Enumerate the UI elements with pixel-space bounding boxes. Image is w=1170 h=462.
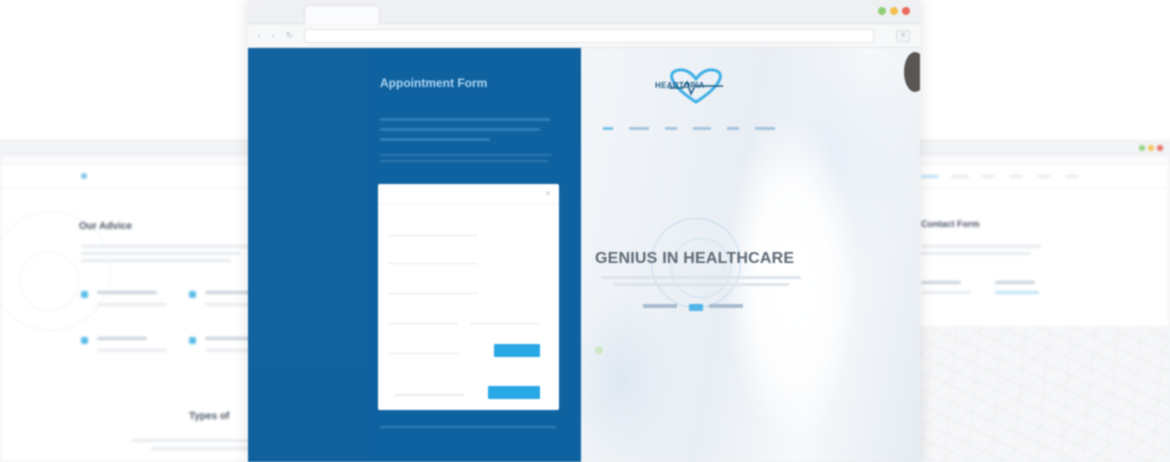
- text-line: [394, 394, 464, 396]
- form-header: [378, 184, 559, 204]
- section-title: Our Advice: [79, 221, 132, 232]
- text-line: [131, 439, 261, 442]
- logo-text: HEARTOPIA: [655, 81, 705, 90]
- nav-item-home[interactable]: [603, 127, 613, 130]
- check-icon: [189, 291, 196, 298]
- text-line: [81, 252, 241, 255]
- check-icon: [81, 291, 88, 298]
- menu-icon[interactable]: ≡: [896, 30, 910, 42]
- text-line: [921, 252, 1031, 255]
- email-field[interactable]: [388, 256, 478, 264]
- panel-title: Appointment Form: [380, 76, 488, 90]
- close-dot-icon[interactable]: [1157, 145, 1163, 151]
- nav-item[interactable]: [1065, 175, 1079, 178]
- minimize-dot-icon[interactable]: [1139, 145, 1145, 151]
- nav-item[interactable]: [921, 175, 939, 178]
- learn-more-link[interactable]: [643, 304, 677, 308]
- map[interactable]: [911, 326, 1169, 461]
- appointment-button[interactable]: [689, 304, 703, 311]
- browser-toolbar: ‹ › ↻ ≡: [248, 24, 920, 48]
- text-line: [97, 291, 157, 294]
- text-line: [81, 245, 251, 248]
- minimize-dot-icon[interactable]: [878, 7, 886, 15]
- hero-subtitle-line: [601, 276, 801, 279]
- text-line: [921, 281, 961, 284]
- phone-field[interactable]: [388, 286, 478, 294]
- nav-item[interactable]: [951, 175, 969, 178]
- hero-subtitle-line: [613, 283, 789, 286]
- browser-titlebar: [248, 0, 920, 24]
- text-line: [380, 128, 540, 131]
- green-badge-icon: [595, 346, 603, 354]
- text-line: [97, 337, 147, 340]
- text-line: [380, 138, 490, 141]
- back-window-logo: [81, 173, 90, 180]
- nav-item-team[interactable]: [665, 127, 677, 130]
- hero-nav: [603, 124, 775, 130]
- text-line: [921, 245, 1041, 248]
- department-select[interactable]: [388, 346, 458, 354]
- submit-button[interactable]: [494, 344, 540, 357]
- maximize-dot-icon[interactable]: [1148, 145, 1154, 151]
- nav-item[interactable]: [981, 175, 995, 178]
- reload-icon[interactable]: ↻: [286, 32, 294, 40]
- time-field[interactable]: [470, 316, 540, 324]
- close-dot-icon[interactable]: [902, 7, 910, 15]
- text-line: [995, 291, 1039, 294]
- hero-heading: GENIUS IN HEALTHCARE: [595, 250, 795, 267]
- decorative-ring: [671, 238, 731, 298]
- text-line: [97, 303, 167, 306]
- check-icon: [189, 337, 196, 344]
- screenshot-stage: Our Advice Types of Contact Form ‹ › ↻ ≡…: [0, 0, 1170, 462]
- text-line: [81, 259, 231, 262]
- nav-item-blog[interactable]: [727, 127, 739, 130]
- back-arrow-icon[interactable]: ‹: [258, 32, 266, 40]
- check-icon: [81, 337, 88, 344]
- address-bar[interactable]: [304, 29, 874, 43]
- nav-item[interactable]: [1037, 175, 1051, 178]
- text-line: [97, 349, 167, 352]
- section-title: Contact Form: [921, 219, 980, 229]
- date-field[interactable]: [388, 316, 458, 324]
- window-controls: [878, 7, 910, 15]
- hero-section: HEARTOPIA GENIUS IN HEALTHCARE: [581, 48, 920, 462]
- name-field[interactable]: [388, 228, 478, 236]
- section-title: Types of: [189, 411, 230, 422]
- text-line: [380, 154, 552, 156]
- hero-photo-detail: [904, 52, 920, 92]
- maximize-dot-icon[interactable]: [890, 7, 898, 15]
- forward-arrow-icon[interactable]: ›: [272, 32, 280, 40]
- appointment-form: ✕: [378, 184, 559, 410]
- text-line: [995, 281, 1035, 284]
- text-line: [380, 426, 556, 428]
- text-line: [380, 118, 550, 121]
- nav-item-services[interactable]: [693, 127, 711, 130]
- close-icon[interactable]: ✕: [545, 190, 551, 198]
- browser-tab[interactable]: [304, 5, 380, 24]
- nav-item-about[interactable]: [629, 127, 649, 130]
- front-browser-window: ‹ › ↻ ≡ Appointment Form ✕ HEARTOPIA GEN…: [248, 0, 920, 462]
- window-controls: [1139, 145, 1163, 151]
- page-content: Appointment Form ✕ HEARTOPIA GENIUS IN H…: [248, 48, 920, 462]
- appointment-panel: Appointment Form ✕: [248, 48, 581, 462]
- nav-item[interactable]: [1009, 175, 1023, 178]
- nav-item-contact[interactable]: [755, 127, 775, 130]
- text-line: [380, 160, 548, 162]
- send-button[interactable]: [488, 386, 540, 399]
- text-line: [151, 447, 261, 450]
- text-line: [921, 291, 971, 294]
- contact-link[interactable]: [709, 304, 743, 308]
- decorative-circle: [19, 251, 79, 311]
